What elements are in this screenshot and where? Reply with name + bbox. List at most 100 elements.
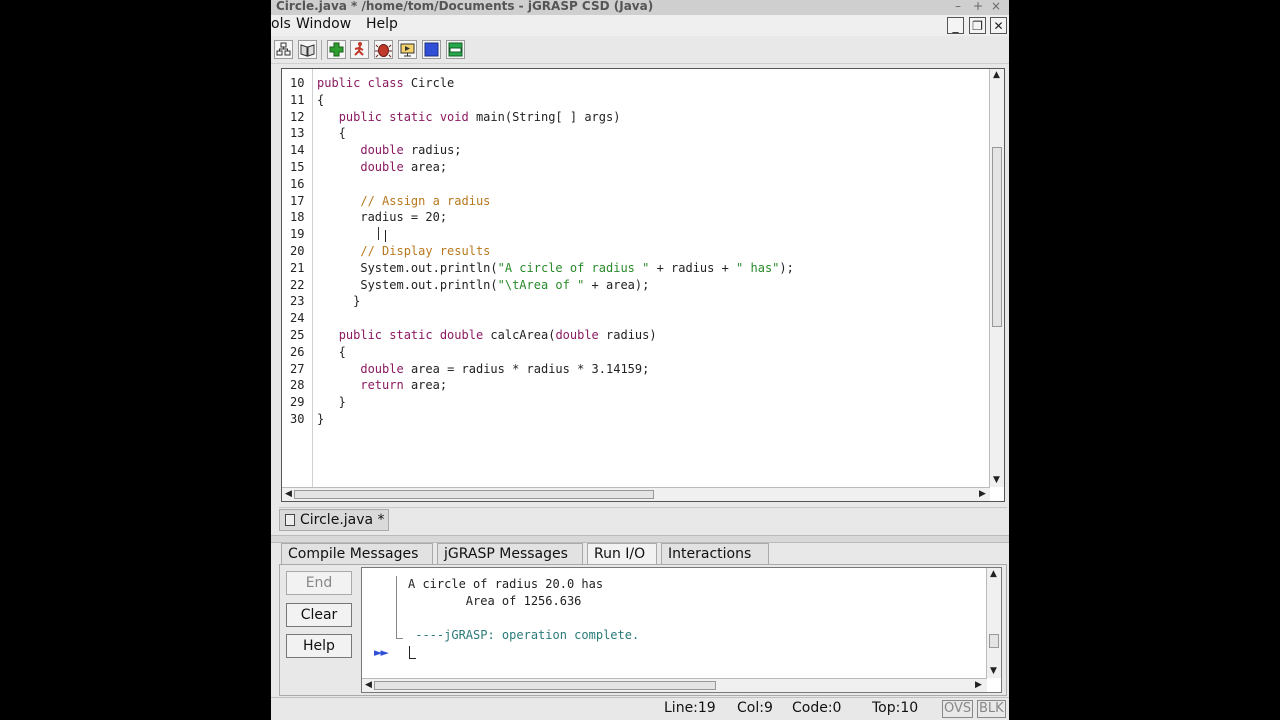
minimize-button[interactable]: _ — [947, 17, 964, 34]
output-vertical-scrollbar[interactable]: ▲ ▼ — [986, 568, 1001, 678]
status-ovs-badge[interactable]: OVS — [942, 700, 974, 718]
line-number: 19 — [290, 227, 305, 242]
line-number: 11 — [290, 92, 305, 107]
status-top: Top:10 — [872, 700, 919, 716]
code-line: } — [317, 412, 325, 426]
text-cursor-icon — [385, 230, 386, 242]
scroll-left-icon[interactable]: ◀ — [285, 489, 292, 499]
file-lock-icon — [285, 514, 295, 526]
code-line: return area; — [360, 378, 448, 393]
line-number: 29 — [290, 395, 305, 410]
line-number: 17 — [290, 193, 305, 208]
run-runner-icon[interactable] — [350, 40, 369, 59]
tab-compile-messages[interactable]: Compile Messages — [281, 543, 433, 564]
text-cursor-icon — [378, 227, 379, 240]
run-output-area[interactable]: A circle of radius 20.0 has Area of 1256… — [361, 567, 1002, 693]
input-cursor-icon — [409, 646, 416, 659]
code-line: radius = 20; — [317, 210, 448, 225]
editor-vscroll-thumb[interactable] — [992, 147, 1002, 327]
clear-button[interactable]: Clear — [286, 603, 352, 627]
code-line: double area = radius * radius * 3.14159; — [360, 361, 650, 376]
close-button[interactable]: ✕ — [990, 17, 1007, 34]
output-line: Area of 1256.636 — [408, 594, 582, 608]
run-io-panel: End Clear Help A circle of radius 20.0 h… — [279, 564, 1007, 696]
input-prompt-icon: ►► — [374, 646, 389, 659]
scroll-right-icon[interactable]: ▶ — [979, 489, 986, 499]
code-line: } — [317, 294, 361, 309]
line-number: 27 — [290, 361, 305, 376]
code-line: public static double calcArea(double rad… — [338, 328, 657, 342]
output-horizontal-scrollbar[interactable]: ◀ ▶ — [362, 678, 987, 692]
scroll-right-icon[interactable]: ▶ — [975, 680, 982, 690]
maximize-title-icon[interactable]: + — [973, 0, 983, 13]
title-bar: : Circle.java * /home/tom/Documents - jG… — [271, 0, 1009, 16]
code-line: // Assign a radius — [360, 193, 491, 208]
line-number: 13 — [290, 126, 305, 141]
scroll-up-icon[interactable]: ▲ — [990, 569, 997, 579]
line-number: 24 — [290, 311, 305, 326]
status-bar: Line:19 Col:9 Code:0 Top:10 OVS BLK — [271, 697, 1009, 720]
line-number: 10 — [290, 76, 305, 90]
line-number: 30 — [290, 412, 305, 426]
menu-help[interactable]: Help — [366, 16, 398, 32]
menu-bar: ols Window Help — [271, 15, 1009, 36]
minimize-title-icon[interactable]: – — [955, 0, 961, 13]
file-tab-strip: Circle.java * — [279, 507, 1007, 534]
scroll-left-icon[interactable]: ◀ — [365, 680, 372, 690]
output-bracket — [396, 576, 403, 639]
scroll-up-icon[interactable]: ▲ — [993, 70, 1000, 80]
status-blk-badge[interactable]: BLK — [977, 700, 1006, 718]
tab-run-io[interactable]: Run I/O — [587, 543, 657, 564]
debug-bug-icon[interactable] — [374, 40, 393, 59]
code-line: System.out.println("\tArea of " + area); — [317, 277, 650, 292]
help-button[interactable]: Help — [286, 634, 352, 658]
output-vscroll-thumb[interactable] — [989, 634, 999, 648]
editor-horizontal-scrollbar[interactable]: ◀ ▶ — [282, 487, 990, 501]
window-title: : Circle.java * /home/tom/Documents - jG… — [271, 0, 654, 13]
line-number: 28 — [290, 378, 305, 393]
end-button[interactable]: End — [286, 571, 352, 595]
line-number: 14 — [290, 143, 305, 158]
window-panel-icon[interactable] — [446, 40, 465, 59]
code-line: double radius; — [360, 143, 462, 158]
code-line: } — [317, 395, 346, 410]
line-number: 12 — [290, 109, 305, 124]
line-number: 15 — [290, 160, 305, 174]
code-line: { — [317, 344, 346, 359]
menu-window[interactable]: Window — [296, 16, 351, 32]
code-line: System.out.println("A circle of radius "… — [317, 260, 794, 275]
tab-interactions[interactable]: Interactions — [661, 543, 769, 564]
toolbar-separator — [321, 40, 322, 60]
applet-viewer-icon[interactable] — [398, 40, 417, 59]
project-tree-icon[interactable] — [274, 40, 293, 59]
line-number: 23 — [290, 294, 305, 309]
line-number: 21 — [290, 260, 305, 275]
file-tab-circle-java[interactable]: Circle.java * — [279, 509, 389, 531]
scroll-down-icon[interactable]: ▼ — [993, 475, 1000, 485]
compile-plus-icon[interactable] — [327, 40, 346, 59]
close-title-icon[interactable]: × — [991, 0, 1001, 13]
code-editor[interactable]: 10 11 12 13 14 15 16 17 18 19 20 21 22 23 24 25 26 27 28 29… — [281, 68, 1005, 502]
restore-button[interactable]: ❐ — [969, 17, 986, 34]
menu-tools[interactable]: ols — [271, 16, 291, 32]
status-col: Col:9 — [737, 700, 773, 716]
output-status-line: ----jGRASP: operation complete. — [408, 628, 640, 642]
line-number: 20 — [290, 244, 305, 258]
line-number: 26 — [290, 344, 305, 359]
blue-square-icon[interactable] — [422, 40, 441, 59]
line-number: 22 — [290, 277, 305, 292]
tab-jgrasp-messages[interactable]: jGRASP Messages — [437, 543, 583, 564]
scroll-down-icon[interactable]: ▼ — [990, 666, 997, 676]
line-number-gutter: 10 11 12 13 14 15 16 17 18 19 20 21 22 23 24 25 26 27 28 29… — [282, 69, 313, 487]
code-line: { — [317, 92, 325, 107]
toolbar — [271, 37, 1009, 64]
editor-vertical-scrollbar[interactable]: ▲ ▼ — [989, 69, 1004, 487]
message-panel-tabs: Compile Messages jGRASP Messages Run I/O… — [281, 541, 1007, 564]
output-hscroll-thumb[interactable] — [374, 681, 716, 690]
editor-hscroll-thumb[interactable] — [294, 490, 654, 499]
code-line: double area; — [360, 160, 448, 174]
book-icon[interactable] — [298, 40, 317, 59]
file-tab-label: Circle.java * — [300, 512, 385, 528]
status-code: Code:0 — [792, 700, 842, 716]
